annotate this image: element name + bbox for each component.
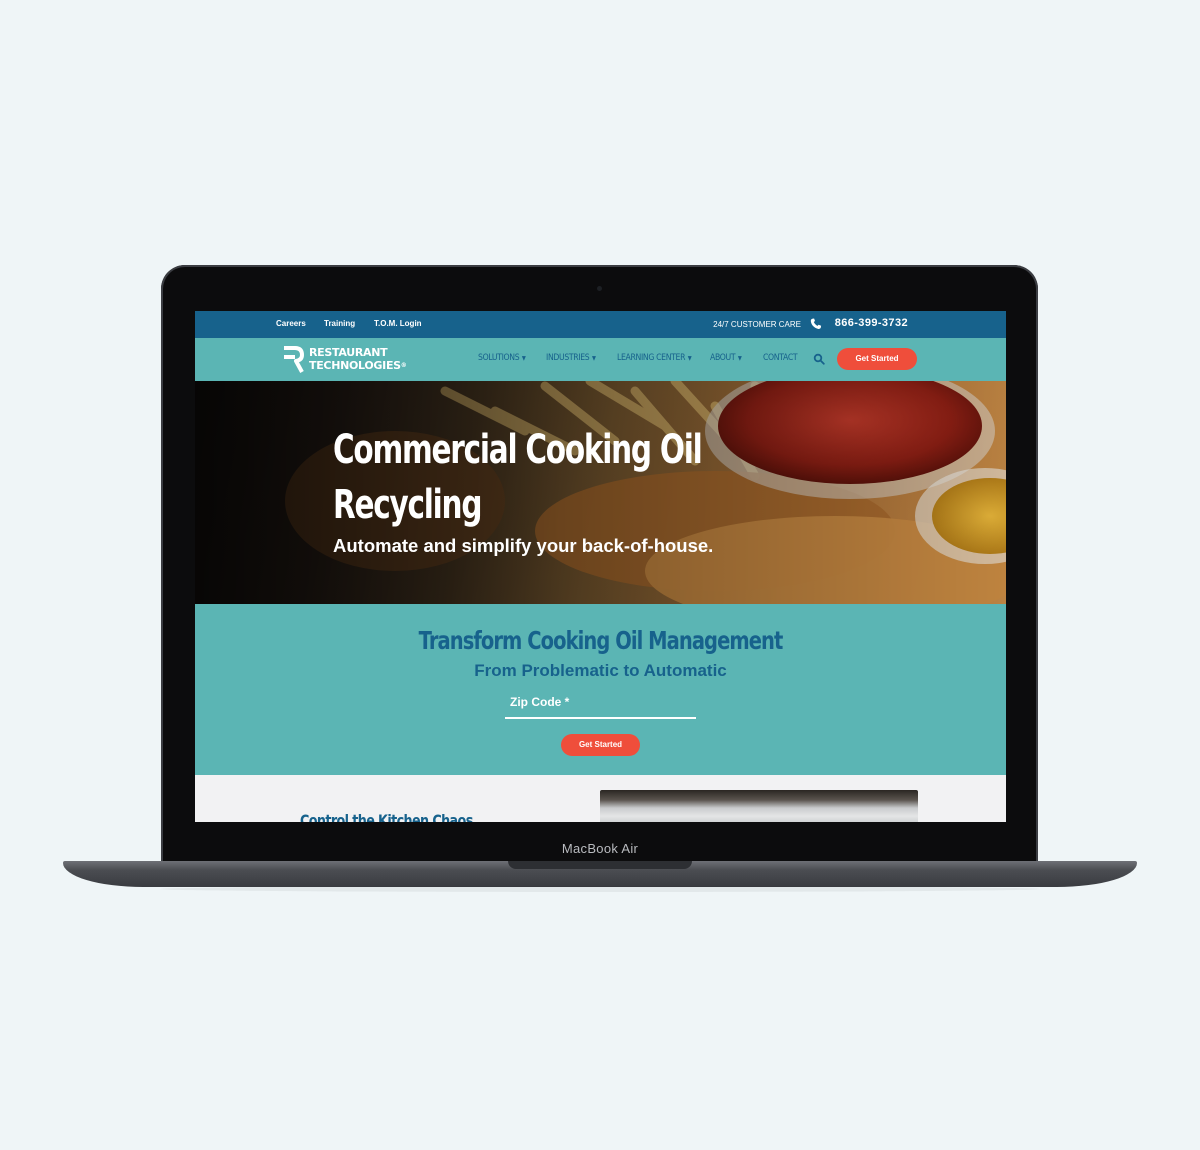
nav-learning-center[interactable]: LEARNING CENTER ▼: [617, 353, 692, 363]
phone-icon: [810, 318, 822, 330]
restaurant-technologies-logo[interactable]: RESTAURANT TECHNOLOGIES®: [283, 346, 407, 374]
nav-contact[interactable]: CONTACT: [763, 353, 798, 363]
section-heading: Control the Kitchen Chaos: [300, 811, 473, 822]
chevron-down-icon: ▼: [591, 355, 596, 362]
search-icon[interactable]: [813, 353, 825, 365]
nav-industries[interactable]: INDUSTRIES ▼: [546, 353, 596, 363]
chevron-down-icon: ▼: [737, 355, 742, 362]
kitchen-equipment-image: [600, 790, 918, 822]
chevron-down-icon: ▼: [521, 355, 526, 362]
get-started-button[interactable]: Get Started: [561, 734, 640, 756]
phone-number-link[interactable]: 866-399-3732: [835, 317, 908, 329]
careers-link[interactable]: Careers: [276, 319, 306, 328]
training-link[interactable]: Training: [324, 319, 355, 328]
laptop-notch: [508, 861, 692, 869]
device-label: MacBook Air: [561, 841, 639, 856]
cta-subtitle: From Problematic to Automatic: [474, 661, 727, 680]
nav-solutions[interactable]: SOLUTIONS ▼: [478, 353, 526, 363]
camera-dot: [597, 286, 602, 291]
logo-line-1: RESTAURANT: [309, 346, 388, 359]
zip-cta-section: Transform Cooking Oil Management From Pr…: [195, 604, 1006, 775]
hero-title: Commercial Cooking Oil Recycling: [333, 427, 703, 528]
logo-wordmark: RESTAURANT TECHNOLOGIES®: [309, 346, 407, 372]
nav-about[interactable]: ABOUT ▼: [710, 353, 742, 363]
browser-screen: Careers Training T.O.M. Login 24/7 CUSTO…: [195, 311, 1006, 822]
top-utility-bar: Careers Training T.O.M. Login 24/7 CUSTO…: [195, 311, 1006, 338]
tom-login-link[interactable]: T.O.M. Login: [374, 319, 422, 328]
chevron-down-icon: ▼: [687, 355, 692, 362]
get-started-nav-button[interactable]: Get Started: [837, 348, 917, 370]
logo-line-2: TECHNOLOGIES®: [309, 359, 407, 372]
customer-care-label: 24/7 CUSTOMER CARE: [713, 320, 801, 329]
zip-code-input[interactable]: [505, 690, 696, 719]
laptop-shadow: [160, 886, 1040, 892]
logo-mark-icon: [284, 346, 304, 373]
hero-banner: Commercial Cooking Oil Recycling Automat…: [195, 381, 1006, 604]
main-navbar: RESTAURANT TECHNOLOGIES® SOLUTIONS ▼ INDU…: [195, 338, 1006, 381]
cta-title: Transform Cooking Oil Management: [418, 626, 784, 655]
hero-subtitle: Automate and simplify your back-of-house…: [333, 535, 714, 556]
